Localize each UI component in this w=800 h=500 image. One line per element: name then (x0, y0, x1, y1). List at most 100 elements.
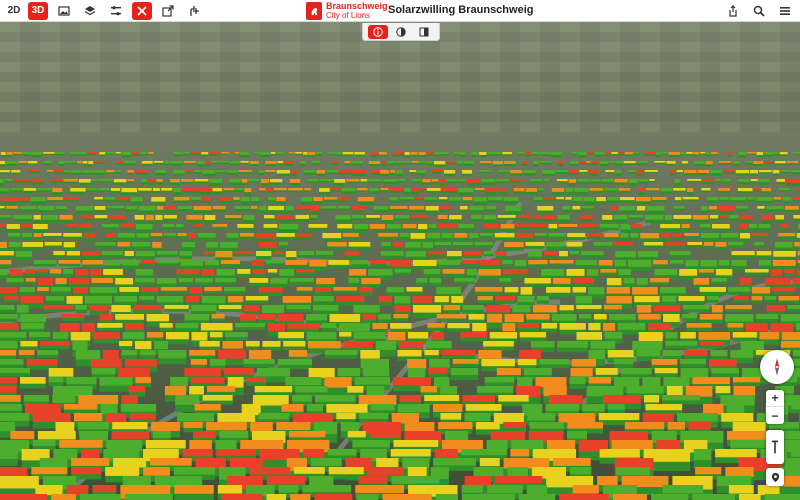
mode-2d-button[interactable]: 2D (4, 2, 24, 20)
building-roof (780, 170, 791, 172)
image-icon[interactable] (54, 2, 74, 20)
map-3d-view[interactable] (0, 22, 800, 500)
building-roof (239, 152, 249, 155)
zoom-in-button[interactable]: + (766, 390, 784, 407)
building-roof (0, 188, 10, 192)
building-roof (580, 251, 604, 256)
building-roof (119, 287, 139, 292)
info-icon[interactable] (368, 24, 389, 39)
search-icon[interactable] (750, 2, 768, 20)
building-roof (94, 206, 106, 210)
building-roof (55, 206, 67, 210)
locate-control[interactable] (766, 468, 784, 486)
building-roof (479, 458, 500, 467)
building-roof (504, 287, 519, 293)
building-roof (124, 494, 173, 500)
building-roof (786, 161, 799, 164)
add-point-icon[interactable] (184, 2, 204, 20)
building-roof (70, 188, 86, 192)
building-roof (478, 269, 501, 276)
building-roof (0, 305, 15, 310)
building-roof (252, 260, 264, 266)
building-roof (353, 224, 369, 230)
building-roof (289, 179, 301, 183)
building-roof (276, 422, 311, 431)
share-upload-icon[interactable] (724, 2, 742, 20)
building-roof (270, 278, 288, 284)
building-roof (101, 224, 119, 228)
building-roof (503, 422, 527, 428)
building-roof (25, 278, 36, 282)
building-roof (618, 188, 631, 191)
mode-3d-button[interactable]: 3D (28, 1, 48, 20)
building-roof (486, 305, 511, 313)
building-roof (315, 152, 322, 155)
menu-icon[interactable] (776, 2, 794, 20)
share-icon[interactable] (158, 2, 178, 20)
building-roof (653, 260, 668, 265)
building-roof (140, 152, 148, 154)
building-roof (4, 179, 12, 182)
building-roof (416, 278, 428, 283)
building-roof (277, 161, 284, 164)
building-roof (486, 314, 503, 323)
building-roof (78, 179, 91, 183)
building-roof (618, 269, 631, 275)
building-roof (307, 179, 319, 182)
building-roof (390, 170, 396, 173)
brand-logo[interactable]: Braunschweig City of Lions (306, 1, 388, 21)
building-roof (566, 242, 583, 247)
building-roof (458, 179, 465, 182)
shading-icon[interactable] (391, 25, 411, 39)
building-roof (140, 350, 156, 356)
building-roof (392, 152, 404, 155)
building-roof (539, 359, 569, 365)
building-roof (645, 404, 683, 411)
building-roof (722, 170, 735, 173)
zoom-out-button[interactable]: − (766, 407, 784, 424)
building-roof (55, 422, 75, 433)
tilt-control[interactable] (766, 430, 784, 464)
building-roof (479, 152, 487, 155)
building-roof (450, 368, 479, 376)
building-roof (224, 368, 254, 375)
building-roof (340, 422, 360, 432)
layers-icon[interactable] (80, 2, 100, 20)
building-roof (365, 215, 381, 218)
building-roof (778, 296, 800, 301)
building-roof (0, 404, 22, 411)
building-roof (706, 161, 713, 165)
building-roof (644, 215, 664, 220)
building-roof (368, 179, 383, 182)
building-roof (548, 233, 566, 237)
solar-tool-icon[interactable] (132, 1, 152, 20)
building-roof (337, 224, 353, 229)
building-roof (44, 242, 62, 246)
building-roof (0, 341, 18, 349)
building-roof (124, 161, 136, 164)
building-roof (599, 449, 640, 458)
building-roof (347, 386, 364, 393)
building-roof (240, 233, 254, 237)
building-roof (479, 260, 501, 266)
building-roof (226, 170, 238, 173)
building-roof (728, 485, 754, 494)
building-roof (471, 152, 479, 155)
building-roof (190, 377, 225, 384)
building-roof (212, 224, 228, 227)
building-roof (66, 296, 83, 304)
building-roof (0, 332, 27, 338)
building-roof (156, 251, 178, 255)
building-roof (599, 161, 609, 165)
building-roof (473, 197, 487, 202)
building-roof (21, 323, 45, 329)
building-roof (206, 242, 219, 248)
building-roof (440, 386, 458, 395)
compass-control[interactable] (760, 350, 794, 384)
split-view-icon[interactable] (414, 25, 434, 39)
settings-sliders-icon[interactable] (106, 2, 126, 20)
building-roof (180, 260, 204, 266)
building-roof (615, 251, 636, 258)
building-roof (218, 305, 242, 310)
building-roof (615, 467, 650, 476)
